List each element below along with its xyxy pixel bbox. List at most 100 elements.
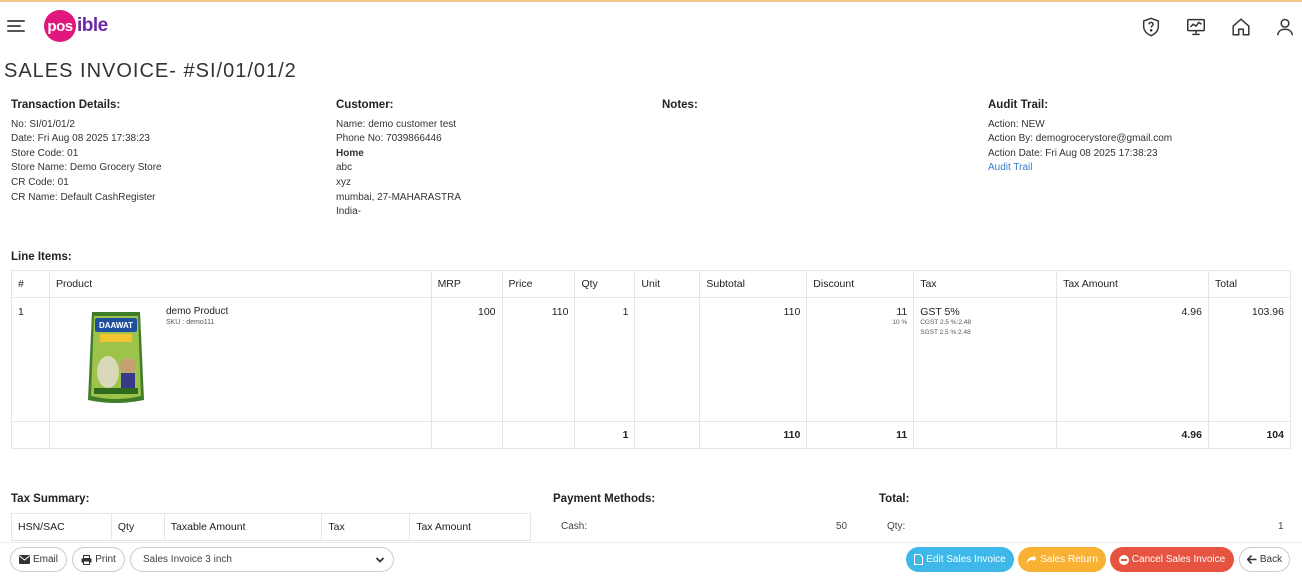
help-shield-icon[interactable] bbox=[1140, 16, 1162, 38]
action-footer: Email Print Sales Invoice 3 inch Edit Sa… bbox=[0, 542, 1302, 584]
notes-section: Notes: bbox=[662, 98, 698, 118]
price-cell: 110 bbox=[501, 297, 576, 422]
logo-mark: pos bbox=[44, 10, 76, 42]
transaction-details: Transaction Details: No: SI/01/01/2 Date… bbox=[11, 98, 162, 205]
col-header: Subtotal bbox=[699, 270, 808, 298]
print-format-value: Sales Invoice 3 inch bbox=[143, 554, 232, 565]
page-title: SALES INVOICE- #SI/01/01/2 bbox=[4, 60, 297, 82]
edit-sales-invoice-button[interactable]: Edit Sales Invoice bbox=[906, 547, 1014, 572]
customer-details: Customer: Name: demo customer test Phone… bbox=[336, 98, 461, 220]
total-label: Total: bbox=[879, 493, 910, 505]
notes-heading: Notes: bbox=[662, 99, 698, 111]
cr-code: CR Code: 01 bbox=[11, 176, 69, 188]
cr-name: CR Name: Default CashRegister bbox=[11, 191, 156, 203]
line-items-label: Line Items: bbox=[11, 251, 72, 263]
col-header: Unit bbox=[634, 270, 701, 298]
product-name: demo Product bbox=[165, 306, 229, 317]
back-button[interactable]: Back bbox=[1239, 547, 1290, 572]
customer-phone: Phone No: 7039866446 bbox=[336, 133, 442, 145]
arrow-left-icon bbox=[1246, 555, 1257, 564]
totals-row: 1 110 11 4.96 104 bbox=[11, 421, 1292, 449]
discount-value: 11 bbox=[896, 306, 908, 318]
total-qty-value: 1 bbox=[1278, 521, 1284, 532]
col-header: Total bbox=[1207, 270, 1292, 298]
grand-total: 104 bbox=[1207, 421, 1292, 449]
discount-cell: 11 10 % bbox=[806, 297, 915, 422]
col-header: MRP bbox=[430, 270, 503, 298]
customer-name: Name: demo customer test bbox=[336, 118, 457, 130]
discount-percent: 10 % bbox=[892, 319, 908, 326]
audit-action-date: Action Date: Fri Aug 08 2025 17:38:23 bbox=[988, 147, 1158, 159]
col-header: Product bbox=[48, 270, 432, 298]
col-header: Tax Amount bbox=[409, 513, 531, 541]
col-header: Tax bbox=[321, 513, 411, 541]
col-header: Price bbox=[501, 270, 576, 298]
audit-action: Action: NEW bbox=[988, 118, 1045, 130]
home-icon[interactable] bbox=[1230, 16, 1252, 38]
col-header: Qty bbox=[110, 513, 165, 541]
transaction-no: No: SI/01/01/2 bbox=[11, 118, 75, 130]
tax-amount-cell: 4.96 bbox=[1056, 297, 1209, 422]
total-qty-label: Qty: bbox=[887, 521, 906, 532]
transaction-heading: Transaction Details: bbox=[11, 99, 121, 111]
total-qty: 1 bbox=[574, 421, 636, 449]
audit-action-by: Action By: demogrocerystore@gmail.com bbox=[988, 133, 1173, 145]
col-header: HSN/SAC bbox=[11, 513, 112, 541]
unit-cell bbox=[634, 297, 701, 422]
col-header: Tax bbox=[913, 270, 1058, 298]
col-header: Tax Amount bbox=[1056, 270, 1209, 298]
chevron-down-icon bbox=[375, 557, 385, 563]
tax-sgst: SGST 2.5 %:2.48 bbox=[920, 329, 971, 336]
app-header: pos ible bbox=[0, 2, 1302, 52]
address-country: India- bbox=[336, 206, 362, 218]
col-header: # bbox=[11, 270, 50, 298]
email-button[interactable]: Email bbox=[10, 547, 67, 572]
table-row: 1 DAAWAT demo Product SKU : demo111 100 bbox=[11, 297, 1292, 422]
mrp-cell: 100 bbox=[430, 297, 503, 422]
cash-value: 50 bbox=[836, 521, 848, 532]
print-button[interactable]: Print bbox=[72, 547, 125, 572]
tax-summary-label: Tax Summary: bbox=[11, 493, 90, 505]
document-icon bbox=[914, 554, 924, 565]
total-cell: 103.96 bbox=[1207, 297, 1292, 422]
transaction-date: Date: Fri Aug 08 2025 17:38:23 bbox=[11, 133, 150, 145]
minus-circle-icon bbox=[1118, 554, 1129, 565]
monitor-icon[interactable] bbox=[1185, 16, 1207, 38]
qty-cell: 1 bbox=[574, 297, 636, 422]
tax-cell: GST 5% CGST 2.5 %:2.48 SGST 2.5 %:2.48 bbox=[913, 297, 1058, 422]
col-header: Taxable Amount bbox=[163, 513, 323, 541]
user-icon[interactable] bbox=[1274, 16, 1296, 38]
audit-trail-link[interactable]: Audit Trail bbox=[988, 162, 1032, 173]
address-city: mumbai, 27-MAHARASTRA bbox=[336, 191, 462, 203]
tax-cgst: CGST 2.5 %:2.48 bbox=[920, 319, 972, 326]
total-tax-amount: 4.96 bbox=[1056, 421, 1209, 449]
product-sku: SKU : demo111 bbox=[165, 319, 215, 326]
col-header: Qty bbox=[574, 270, 636, 298]
printer-icon bbox=[81, 554, 92, 565]
address-line1: abc bbox=[336, 162, 353, 174]
share-arrow-icon bbox=[1026, 555, 1037, 564]
menu-icon[interactable] bbox=[7, 20, 25, 34]
sales-return-button[interactable]: Sales Return bbox=[1018, 547, 1106, 572]
row-index: 1 bbox=[11, 297, 50, 422]
audit-trail-section: Audit Trail: Action: NEW Action By: demo… bbox=[988, 98, 1172, 176]
address-line2: xyz bbox=[336, 176, 351, 188]
total-discount: 11 bbox=[806, 421, 915, 449]
payment-methods-label: Payment Methods: bbox=[553, 493, 656, 505]
total-subtotal: 110 bbox=[699, 421, 808, 449]
subtotal-cell: 110 bbox=[699, 297, 808, 422]
audit-heading: Audit Trail: bbox=[988, 99, 1049, 111]
print-format-select[interactable]: Sales Invoice 3 inch bbox=[130, 547, 394, 572]
store-name: Store Name: Demo Grocery Store bbox=[11, 162, 162, 174]
col-header: Discount bbox=[806, 270, 915, 298]
svg-text:DAAWAT: DAAWAT bbox=[99, 321, 133, 330]
app-logo[interactable]: pos ible bbox=[44, 10, 108, 42]
customer-heading: Customer: bbox=[336, 99, 394, 111]
logo-text: ible bbox=[77, 15, 108, 36]
store-code: Store Code: 01 bbox=[11, 147, 79, 159]
cancel-sales-invoice-button[interactable]: Cancel Sales Invoice bbox=[1110, 547, 1234, 572]
table-header-row: # Product MRP Price Qty Unit Subtotal Di… bbox=[11, 270, 1292, 298]
tax-name: GST 5% bbox=[920, 306, 960, 318]
line-items-table: # Product MRP Price Qty Unit Subtotal Di… bbox=[11, 270, 1292, 449]
product-image[interactable]: DAAWAT bbox=[86, 310, 146, 406]
